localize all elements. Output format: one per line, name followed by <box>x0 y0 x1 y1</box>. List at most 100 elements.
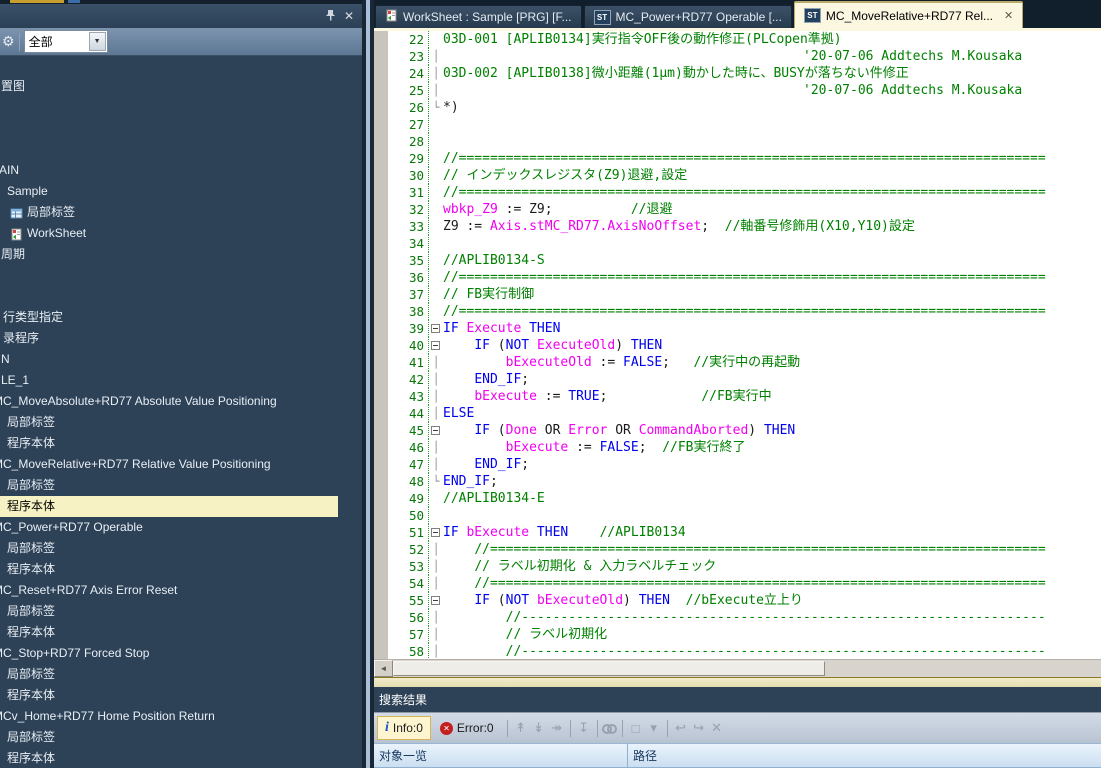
error-filter-button[interactable]: ✕ Error:0 <box>433 717 501 739</box>
chevron-down-icon[interactable]: ▼ <box>89 32 106 51</box>
code-line[interactable]: 35//APLIB0134-S <box>374 252 1101 269</box>
breakpoint-margin[interactable] <box>374 626 388 643</box>
scrollbar-thumb[interactable] <box>393 661 825 676</box>
breakpoint-margin[interactable] <box>374 167 388 184</box>
st-code-editor[interactable]: 2203D-001 [APLIB0134]実行指令OFF後の動作修正(PLCop… <box>374 28 1101 659</box>
breakpoint-margin[interactable] <box>374 405 388 422</box>
editor-tab[interactable]: WorkSheet : Sample [PRG] [F... <box>375 5 582 28</box>
fold-collapse-icon[interactable] <box>431 528 440 537</box>
code-line[interactable]: 40 IF (NOT ExecuteOld) THEN <box>374 337 1101 354</box>
breakpoint-margin[interactable] <box>374 252 388 269</box>
code-line[interactable]: 51IF bExecute THEN //APLIB0134 <box>374 524 1101 541</box>
code-line[interactable]: 27 <box>374 116 1101 133</box>
breakpoint-margin[interactable] <box>374 507 388 524</box>
breakpoint-margin[interactable] <box>374 456 388 473</box>
code-line[interactable]: 41│ bExecuteOld := FALSE; //実行中の再起動 <box>374 354 1101 371</box>
code-line[interactable]: 48└END_IF; <box>374 473 1101 490</box>
info-filter-button[interactable]: i Info:0 <box>377 716 431 740</box>
tree-item[interactable]: 局部标签 <box>0 538 55 559</box>
breakpoint-margin[interactable] <box>374 473 388 490</box>
breakpoint-margin[interactable] <box>374 388 388 405</box>
tree-item[interactable]: MC_Reset+RD77 Axis Error Reset <box>0 580 177 601</box>
find-icon[interactable] <box>602 722 618 734</box>
tree-item[interactable]: 局部标签 <box>0 412 55 433</box>
code-line[interactable]: 42│ END_IF; <box>374 371 1101 388</box>
code-line[interactable]: 56│ //----------------------------------… <box>374 609 1101 626</box>
breakpoint-margin[interactable] <box>374 31 388 48</box>
tree-item[interactable]: 周期 <box>0 244 25 265</box>
tree-item[interactable]: MAIN <box>0 160 19 181</box>
fold-gutter[interactable] <box>429 524 443 541</box>
tree-item[interactable]: 程序本体 <box>0 685 55 706</box>
close-panel-icon[interactable]: ✕ <box>344 10 354 22</box>
marker-dropdown-icon[interactable]: ▾ <box>645 720 663 736</box>
tree-item[interactable]: 程序本体 <box>0 496 338 517</box>
breakpoint-margin[interactable] <box>374 65 388 82</box>
goto-prev-icon[interactable]: ↡ <box>530 720 548 736</box>
breakpoint-margin[interactable] <box>374 99 388 116</box>
code-line[interactable]: 44│ELSE <box>374 405 1101 422</box>
breakpoint-margin[interactable] <box>374 184 388 201</box>
code-line[interactable]: 49//APLIB0134-E <box>374 490 1101 507</box>
tree-item[interactable]: MC_Stop+RD77 Forced Stop <box>0 643 149 664</box>
tree-item[interactable]: 局部标签 <box>0 202 75 223</box>
tree-item[interactable]: 置图 <box>0 76 25 97</box>
tree-item[interactable]: WorkSheet <box>0 223 86 244</box>
editor-tab[interactable]: STMC_MoveRelative+RD77 Rel...✕ <box>794 1 1023 28</box>
tree-item[interactable]: MC_MoveAbsolute+RD77 Absolute Value Posi… <box>0 391 277 412</box>
code-line[interactable]: 24│03D-002 [APLIB0138]微小距離(1μm)動かした時に、BU… <box>374 65 1101 82</box>
code-line[interactable]: 43│ bExecute := TRUE; //FB実行中 <box>374 388 1101 405</box>
breakpoint-margin[interactable] <box>374 201 388 218</box>
breakpoint-margin[interactable] <box>374 320 388 337</box>
code-line[interactable]: 31//====================================… <box>374 184 1101 201</box>
code-line[interactable]: 2203D-001 [APLIB0134]実行指令OFF後の動作修正(PLCop… <box>374 31 1101 48</box>
breakpoint-margin[interactable] <box>374 422 388 439</box>
code-line[interactable]: 53│ // ラベル初期化 & 入力ラベルチェック <box>374 558 1101 575</box>
code-line[interactable]: 52│ //==================================… <box>374 541 1101 558</box>
tree-item[interactable]: 局部标签 <box>0 475 55 496</box>
tab-close-icon[interactable]: ✕ <box>1004 9 1013 22</box>
code-line[interactable]: 29//====================================… <box>374 150 1101 167</box>
code-line[interactable]: 23│ '20-07-06 Addtechs M.Kousaka <box>374 48 1101 65</box>
code-line[interactable]: 57│ // ラベル初期化 <box>374 626 1101 643</box>
breakpoint-margin[interactable] <box>374 218 388 235</box>
breakpoint-margin[interactable] <box>374 592 388 609</box>
tree-item[interactable]: 局部标签 <box>0 727 55 748</box>
marker-icon[interactable]: □ <box>627 721 645 736</box>
tree-item[interactable]: 局部标签 <box>0 664 55 685</box>
goto-first-icon[interactable]: ↟ <box>512 720 530 736</box>
tree-item[interactable]: 行类型指定 <box>0 307 63 328</box>
fold-collapse-icon[interactable] <box>431 341 440 350</box>
breakpoint-margin[interactable] <box>374 303 388 320</box>
breakpoint-margin[interactable] <box>374 116 388 133</box>
code-line[interactable]: 45 IF (Done OR Error OR CommandAborted) … <box>374 422 1101 439</box>
breakpoint-margin[interactable] <box>374 82 388 99</box>
pin-icon[interactable] <box>325 9 336 23</box>
nav-back-icon[interactable]: ↩ <box>672 720 690 736</box>
tree-item[interactable]: MCv_Home+RD77 Home Position Return <box>0 706 215 727</box>
tree-item[interactable]: 录程序 <box>0 328 39 349</box>
breakpoint-margin[interactable] <box>374 48 388 65</box>
breakpoint-margin[interactable] <box>374 575 388 592</box>
code-line[interactable]: 25│ '20-07-06 Addtechs M.Kousaka <box>374 82 1101 99</box>
tree-item[interactable]: MC_Power+RD77 Operable <box>0 517 143 538</box>
breakpoint-margin[interactable] <box>374 150 388 167</box>
clear-results-icon[interactable]: ✕ <box>708 720 726 736</box>
breakpoint-margin[interactable] <box>374 439 388 456</box>
tree-item[interactable]: 局部标签 <box>0 601 55 622</box>
breakpoint-margin[interactable] <box>374 337 388 354</box>
breakpoint-margin[interactable] <box>374 524 388 541</box>
tree-item[interactable]: 程序本体 <box>0 433 55 454</box>
code-line[interactable]: 36//====================================… <box>374 269 1101 286</box>
horizontal-scrollbar[interactable]: ◄ <box>374 659 1101 677</box>
code-line[interactable]: 58│ //----------------------------------… <box>374 643 1101 659</box>
tree-item[interactable]: 程序本体 <box>0 559 55 580</box>
nav-forward-icon[interactable]: ↪ <box>690 720 708 736</box>
code-line[interactable]: 28 <box>374 133 1101 150</box>
scroll-left-arrow-icon[interactable]: ◄ <box>374 660 393 677</box>
results-panel-divider[interactable] <box>374 677 1101 687</box>
fold-gutter[interactable] <box>429 337 443 354</box>
breakpoint-margin[interactable] <box>374 609 388 626</box>
code-line[interactable]: 26└*) <box>374 99 1101 116</box>
goto-bottom-icon[interactable]: ↧ <box>575 720 593 736</box>
